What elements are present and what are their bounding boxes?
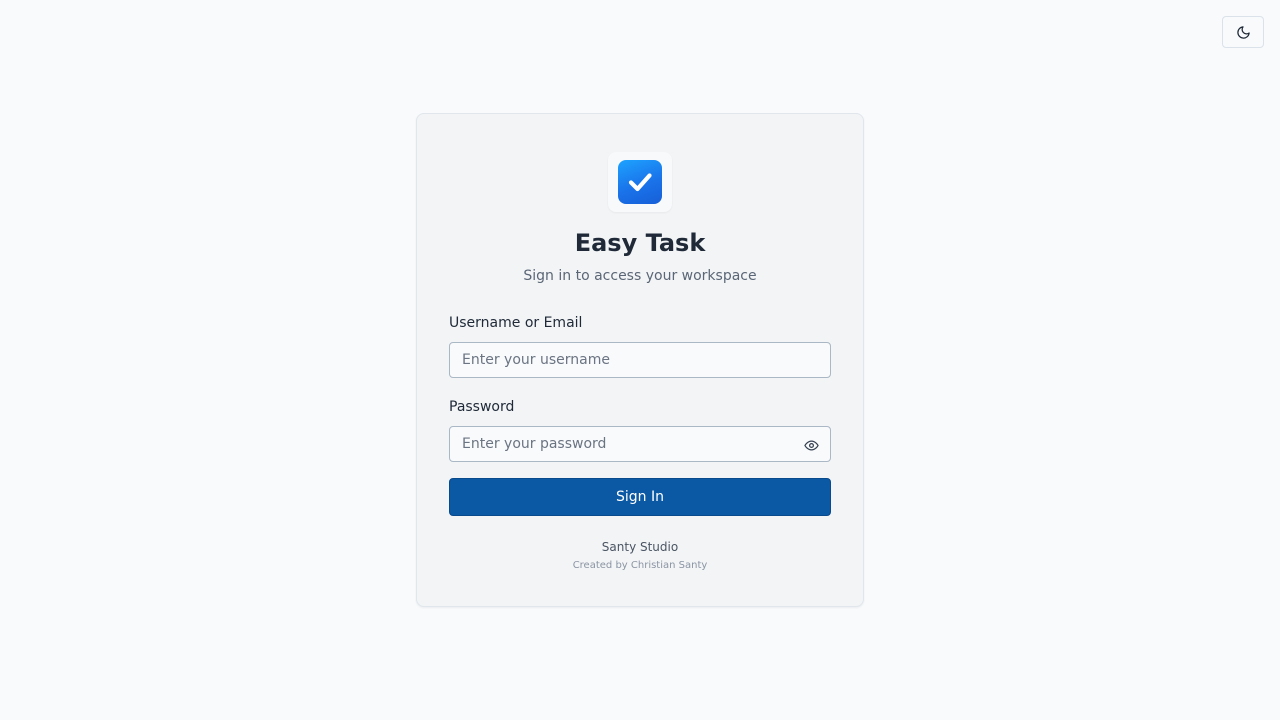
author-credit: Created by Christian Santy (572, 560, 708, 571)
eye-icon[interactable] (802, 436, 820, 454)
checkmark-icon (618, 160, 662, 204)
password-label: Password (449, 399, 515, 415)
password-field-container (449, 426, 831, 462)
theme-toggle-button[interactable] (1222, 16, 1264, 48)
app-title: Easy Task (574, 229, 706, 257)
password-input[interactable] (450, 427, 830, 461)
moon-icon (1236, 25, 1251, 40)
login-subtitle: Sign in to access your workspace (523, 268, 757, 284)
username-field-container (449, 342, 831, 378)
studio-name: Santy Studio (601, 540, 679, 554)
username-label: Username or Email (449, 315, 583, 331)
login-card: Easy Task Sign in to access your workspa… (416, 113, 864, 607)
app-logo (608, 152, 672, 212)
sign-in-button[interactable]: Sign In (449, 478, 831, 516)
username-input[interactable] (450, 343, 830, 377)
